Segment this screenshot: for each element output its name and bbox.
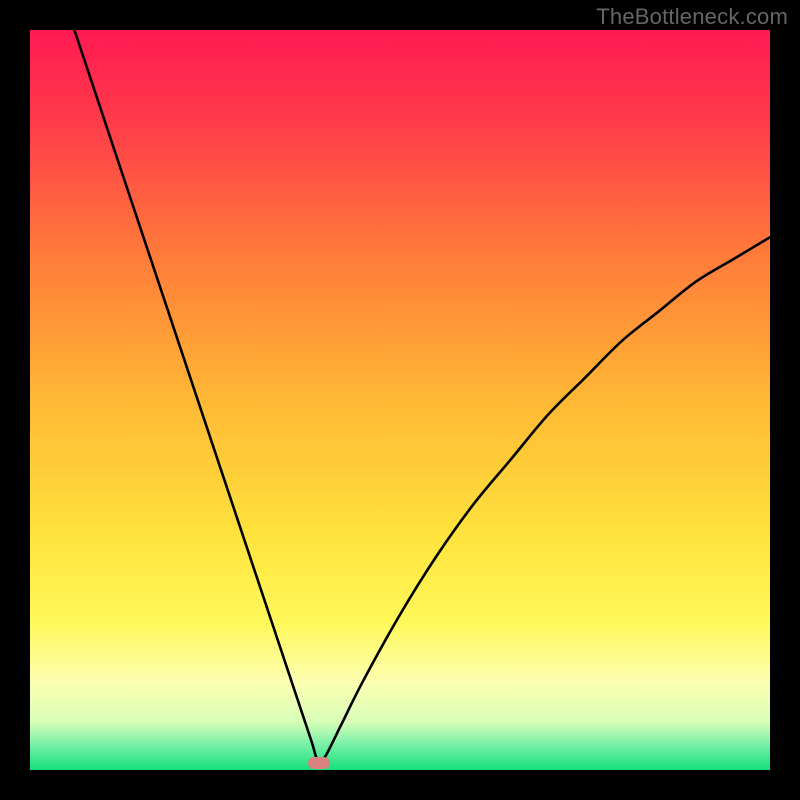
watermark-text: TheBottleneck.com	[596, 4, 788, 30]
bottleneck-chart	[30, 30, 770, 770]
minimum-marker	[308, 757, 330, 769]
chart-frame: TheBottleneck.com	[0, 0, 800, 800]
gradient-background	[30, 30, 770, 770]
plot-area	[30, 30, 770, 770]
